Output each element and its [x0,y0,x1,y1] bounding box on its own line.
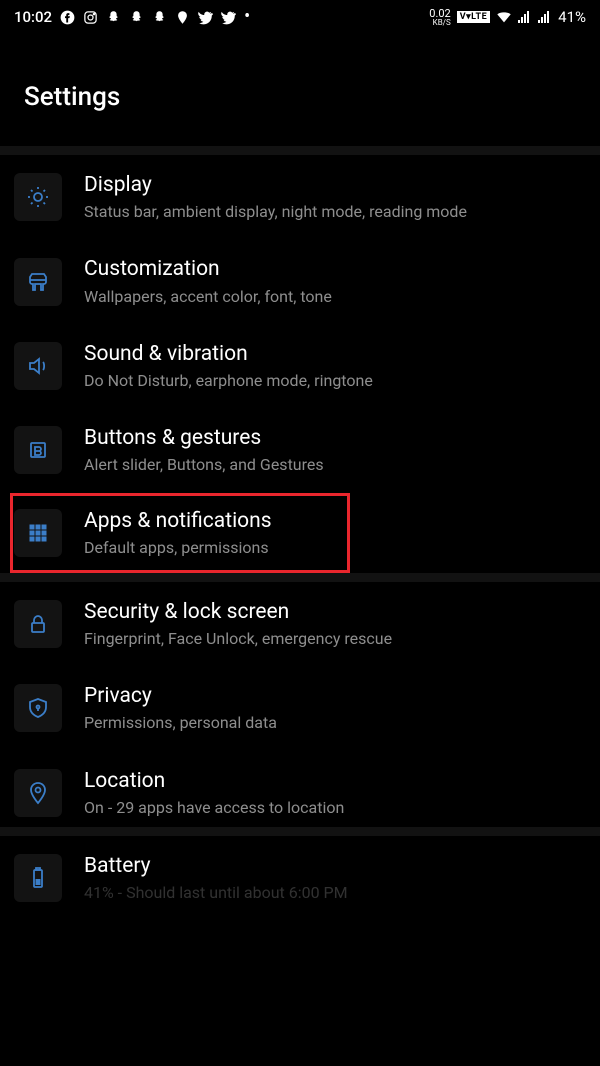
settings-item-sound[interactable]: Sound & vibration Do Not Disturb, earpho… [0,324,600,408]
signal-icon-1 [518,11,532,23]
item-subtitle: On - 29 apps have access to location [84,798,584,817]
snapchat-icon [106,10,121,25]
status-bar: 10:02 • 0.02KB/S V▾LTE [0,0,600,30]
item-title: Location [84,769,584,794]
item-title: Security & lock screen [84,600,584,625]
item-subtitle: Alert slider, Buttons, and Gestures [84,455,584,474]
item-title: Buttons & gestures [84,426,584,451]
lock-icon [14,600,62,648]
item-title: Sound & vibration [84,342,584,367]
facebook-icon [60,10,75,25]
buttons-icon [14,426,62,474]
snapchat-icon-2 [129,10,144,25]
apps-icon [14,509,62,557]
battery-percent: 41% [558,8,586,26]
location-icon [14,769,62,817]
item-subtitle: Do Not Disturb, earphone mode, ringtone [84,371,584,390]
item-subtitle: Permissions, personal data [84,713,584,732]
instagram-icon [83,10,98,25]
item-subtitle: Fingerprint, Face Unlock, emergency resc… [84,629,584,648]
settings-item-location[interactable]: Location On - 29 apps have access to loc… [0,751,600,827]
item-title: Display [84,173,584,198]
settings-group-2: Battery 41% - Should last until about 6:… [0,836,600,902]
item-title: Battery [84,854,584,879]
snapchat-icon-3 [152,10,167,25]
display-icon [14,173,62,221]
twitter-icon-2 [221,10,236,25]
sound-icon [14,342,62,390]
settings-item-security[interactable]: Security & lock screen Fingerprint, Face… [0,582,600,666]
swiggy-icon [175,10,190,25]
twitter-icon [198,10,213,25]
settings-group-0: Display Status bar, ambient display, nig… [0,155,600,573]
item-subtitle: Default apps, permissions [84,538,584,557]
item-title: Privacy [84,684,584,709]
data-speed: 0.02KB/S [429,8,450,27]
shield-icon [14,684,62,732]
signal-icon-2 [538,11,552,23]
divider [0,827,600,836]
item-subtitle: Status bar, ambient display, night mode,… [84,202,584,221]
status-right: 0.02KB/S V▾LTE 41% [429,8,586,27]
page-title: Settings [0,30,600,146]
settings-item-buttons[interactable]: Buttons & gestures Alert slider, Buttons… [0,408,600,492]
status-time: 10:02 [14,8,52,26]
customization-icon [14,258,62,306]
wifi-icon [496,9,512,25]
item-title: Customization [84,257,584,282]
status-left: 10:02 • [14,8,429,26]
item-subtitle: 41% - Should last until about 6:00 PM [84,883,584,902]
battery-icon [14,854,62,902]
volte-icon: V▾LTE [457,11,490,23]
divider [0,146,600,155]
settings-item-battery[interactable]: Battery 41% - Should last until about 6:… [0,836,600,902]
item-title: Apps & notifications [84,509,584,534]
settings-group-1: Security & lock screen Fingerprint, Face… [0,582,600,827]
settings-item-customization[interactable]: Customization Wallpapers, accent color, … [0,239,600,323]
settings-item-apps[interactable]: Apps & notifications Default apps, permi… [0,493,600,573]
divider [0,573,600,582]
settings-item-display[interactable]: Display Status bar, ambient display, nig… [0,155,600,239]
settings-item-privacy[interactable]: Privacy Permissions, personal data [0,666,600,750]
item-subtitle: Wallpapers, accent color, font, tone [84,287,584,306]
